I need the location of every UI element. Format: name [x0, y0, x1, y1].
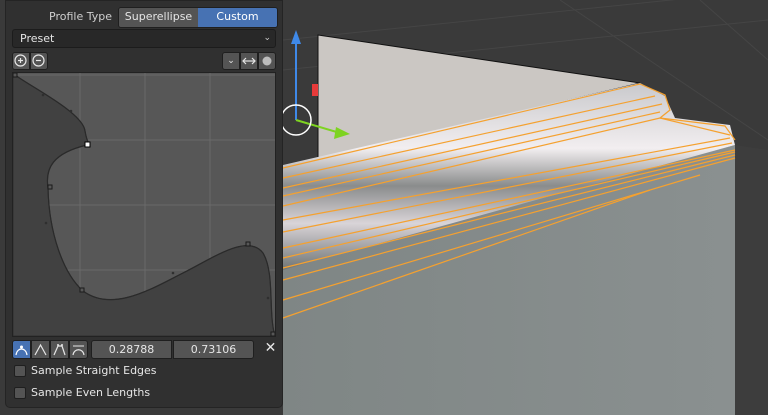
checkbox-box[interactable]	[14, 387, 26, 399]
curve-point[interactable]	[13, 73, 18, 78]
curve-toolbar: ⌄	[12, 52, 276, 70]
curve-point[interactable]	[47, 184, 53, 190]
custom-profile-panel: Profile Type Superellipse Custom Preset …	[5, 0, 283, 408]
profile-type-row: Profile Type Superellipse Custom	[6, 7, 284, 28]
handle-aligned-icon[interactable]	[69, 340, 88, 359]
profile-type-toggle: Superellipse Custom	[118, 7, 278, 28]
sample-even-lengths-label: Sample Even Lengths	[31, 386, 151, 399]
profile-curve-editor[interactable]	[12, 72, 276, 337]
side-face	[735, 145, 768, 415]
curve-point[interactable]	[245, 241, 251, 247]
delete-point-icon[interactable]: ✕	[261, 340, 280, 359]
point-y-field[interactable]: 0.73106	[173, 340, 254, 359]
chevron-down-icon: ⌄	[263, 33, 271, 43]
zoom-out-icon[interactable]	[30, 52, 48, 70]
profile-superellipse-button[interactable]: Superellipse	[119, 8, 198, 27]
curve-point[interactable]	[270, 331, 275, 336]
handle-free-icon[interactable]	[50, 340, 69, 359]
profile-type-label: Profile Type	[49, 10, 112, 23]
profile-custom-button[interactable]: Custom	[198, 8, 277, 27]
preset-label: Preset	[20, 32, 55, 45]
preset-dropdown[interactable]: Preset ⌄	[12, 29, 276, 48]
reset-view-icon[interactable]	[258, 52, 276, 70]
selected-curve-point[interactable]	[84, 141, 91, 148]
point-x-field[interactable]: 0.28788	[91, 340, 172, 359]
reverse-path-icon[interactable]	[240, 52, 258, 70]
handle-auto-icon[interactable]	[12, 340, 31, 359]
curve-point-bar: 0.28788 0.73106 ✕	[12, 340, 276, 359]
curve-point[interactable]	[79, 287, 85, 293]
zoom-in-icon[interactable]	[12, 52, 30, 70]
checkbox-box[interactable]	[14, 365, 26, 377]
chevron-down-icon[interactable]: ⌄	[222, 52, 240, 70]
handle-vector-icon[interactable]	[31, 340, 50, 359]
sample-straight-edges-label: Sample Straight Edges	[31, 364, 157, 377]
